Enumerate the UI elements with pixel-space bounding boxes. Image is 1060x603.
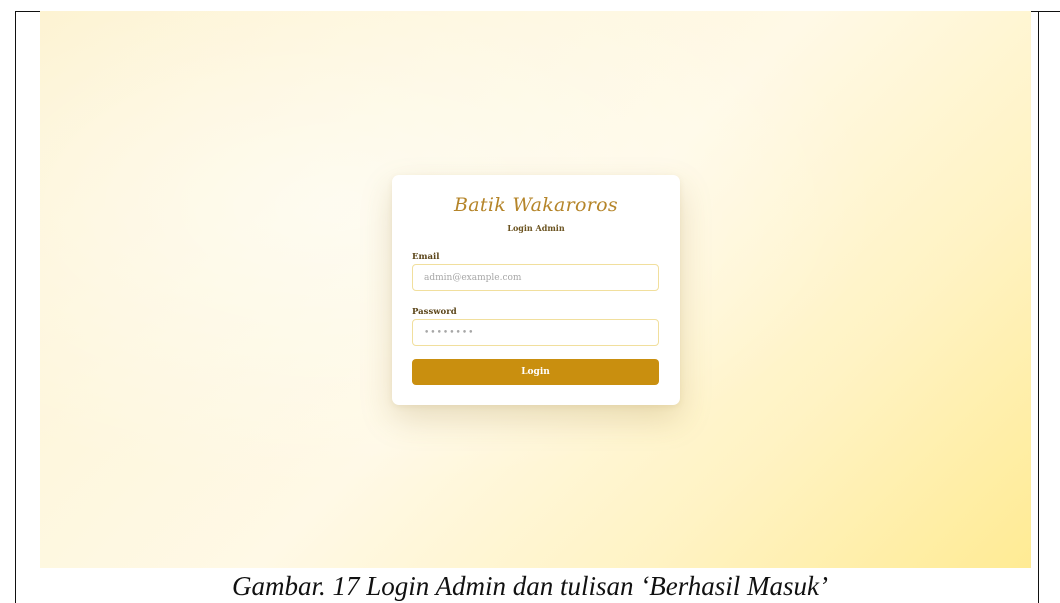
frame-border-left (15, 11, 16, 603)
figure-caption: Gambar. 17 Login Admin dan tulisan ‘Berh… (231, 571, 829, 601)
brand-logo-title: Batik Wakaroros (454, 194, 618, 216)
document-page: Batik Wakaroros Login Admin Email Passwo… (0, 0, 1060, 603)
password-input[interactable] (412, 319, 659, 346)
login-card: Batik Wakaroros Login Admin Email Passwo… (392, 175, 680, 405)
password-label: Password (412, 307, 457, 317)
login-button[interactable]: Login (412, 359, 659, 385)
login-page-screenshot: Batik Wakaroros Login Admin Email Passwo… (40, 11, 1031, 568)
frame-border-right (1038, 11, 1039, 603)
email-label: Email (412, 252, 440, 262)
card-subtitle: Login Admin (507, 223, 565, 233)
email-input[interactable] (412, 264, 659, 291)
